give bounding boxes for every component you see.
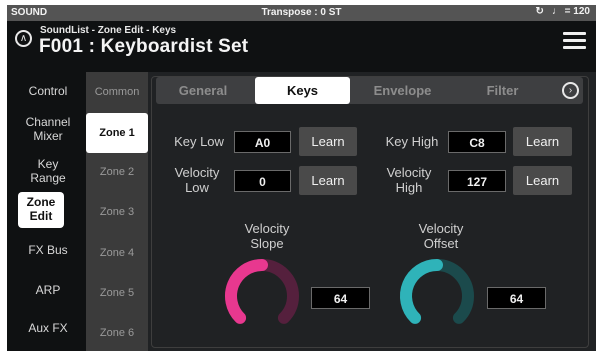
velocity-offset-value[interactable]: 64 [487, 287, 546, 309]
back-icon[interactable]: ∧ [15, 30, 32, 47]
velocity-slope-value[interactable]: 64 [311, 287, 370, 309]
velocity-high-text: Velocity High [386, 165, 432, 195]
nav-fx-bus[interactable]: FX Bus [9, 243, 87, 257]
status-bar: SOUND Transpose : 0 ST ↻ ♩ = 120 [7, 5, 596, 21]
tab-next-icon[interactable]: › [562, 82, 579, 99]
tab-general[interactable]: General [156, 77, 250, 104]
zone-6[interactable]: Zone 6 [86, 327, 148, 339]
velocity-slope-text: Velocity Slope [244, 221, 290, 251]
velocity-high-value[interactable]: 127 [448, 170, 506, 192]
key-low-value[interactable]: A0 [234, 131, 291, 153]
velocity-offset-knob[interactable] [399, 258, 475, 334]
velocity-offset-arc-fill [400, 259, 443, 324]
tab-keys[interactable]: Keys [255, 77, 350, 104]
tab-envelope[interactable]: Envelope [355, 77, 450, 104]
key-high-learn-button[interactable]: Learn [513, 127, 572, 156]
nav-control[interactable]: Control [9, 84, 87, 99]
nav-label: Channel Mixer [25, 115, 71, 143]
velocity-low-text: Velocity Low [174, 165, 220, 195]
transpose-readout: Transpose : 0 ST [261, 7, 342, 18]
nav-arp[interactable]: ARP [9, 283, 87, 297]
zone-1[interactable]: Zone 1 [86, 113, 148, 153]
nav-label: Zone Edit [26, 195, 56, 223]
zone-common[interactable]: Common [86, 86, 148, 98]
velocity-low-learn-button[interactable]: Learn [299, 166, 357, 195]
key-high-label: Key High [385, 134, 439, 149]
breadcrumb: SoundList - Zone Edit - Keys [40, 25, 177, 36]
velocity-offset-label: Velocity Offset [401, 221, 481, 251]
nav-channel-mixer[interactable]: Channel Mixer [9, 115, 87, 143]
zone-3[interactable]: Zone 3 [86, 206, 148, 218]
nav-aux-fx[interactable]: Aux FX [9, 321, 87, 335]
page-title: F001 : Keyboardist Set [39, 36, 249, 57]
velocity-slope-label: Velocity Slope [227, 221, 307, 251]
velocity-low-label: Velocity Low [169, 165, 225, 195]
key-low-learn-button[interactable]: Learn [299, 127, 357, 156]
nav-label: Key Range [30, 157, 66, 185]
velocity-high-learn-button[interactable]: Learn [513, 166, 572, 195]
velocity-high-label: Velocity High [381, 165, 437, 195]
zone-4[interactable]: Zone 4 [86, 247, 148, 259]
velocity-low-value[interactable]: 0 [234, 170, 291, 192]
key-low-label: Key Low [174, 134, 224, 149]
velocity-slope-arc-fill [225, 259, 268, 324]
key-high-value[interactable]: C8 [448, 131, 506, 153]
menu-icon[interactable] [563, 32, 586, 50]
nav-key-range[interactable]: Key Range [9, 157, 87, 185]
metronome-icon: ↻ [535, 6, 544, 17]
velocity-offset-text: Velocity Offset [418, 221, 464, 251]
tab-filter[interactable]: Filter [455, 77, 550, 104]
nav-zone-edit[interactable]: Zone Edit [18, 192, 64, 228]
zone-5[interactable]: Zone 5 [86, 287, 148, 299]
zone-2[interactable]: Zone 2 [86, 166, 148, 178]
velocity-slope-knob[interactable] [224, 258, 300, 334]
tempo-area[interactable]: ↻ ♩ = 120 [536, 6, 590, 17]
tempo-readout: ♩ = 120 [551, 6, 590, 17]
